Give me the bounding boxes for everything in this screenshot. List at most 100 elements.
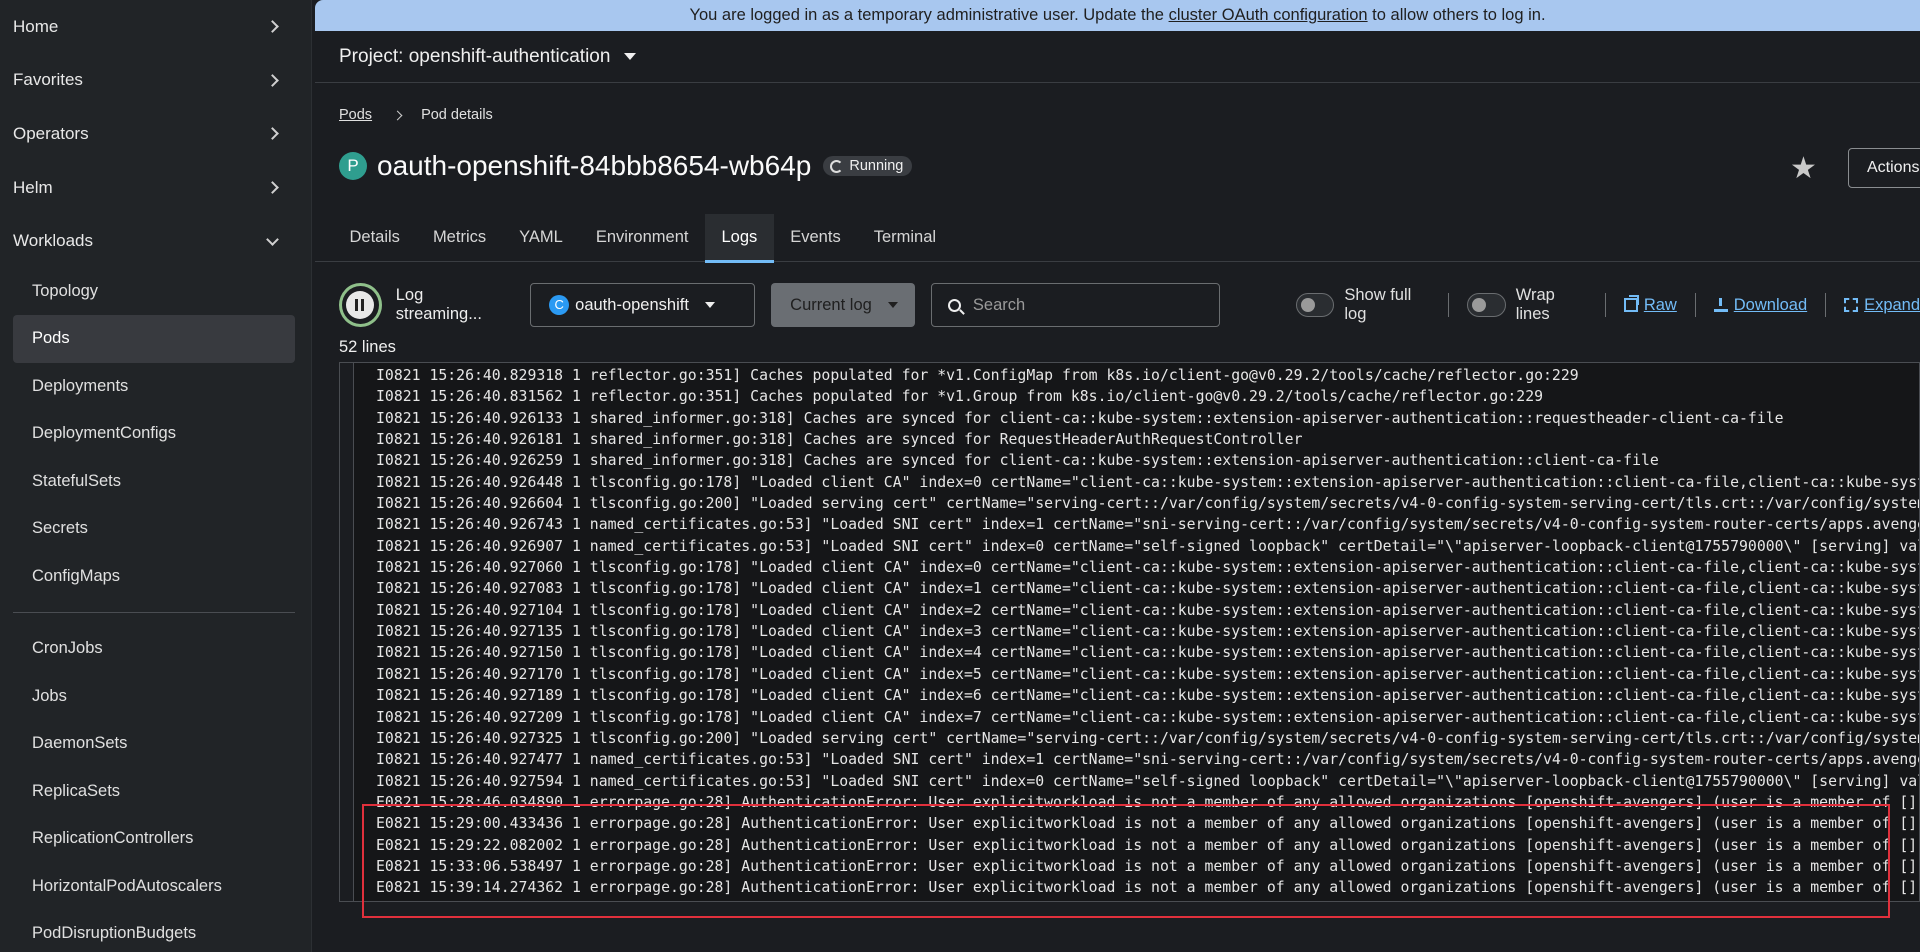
tab-yaml[interactable]: YAML (503, 214, 580, 262)
log-line: I0821 15:26:40.926604 1 tlsconfig.go:200… (376, 495, 1920, 513)
sidebar-item-secrets[interactable]: Secrets (0, 505, 297, 553)
log-line: I0821 15:26:40.926133 1 shared_informer.… (376, 409, 1784, 427)
tab-logs[interactable]: Logs (704, 214, 774, 263)
sidebar-item-horizontalpodautoscalers[interactable]: HorizontalPodAutoscalers (0, 863, 297, 911)
tab-bar: Details Metrics YAML Environment Logs Ev… (315, 214, 1920, 263)
workloads-group-a: Topology Pods Deployments DeploymentConf… (0, 268, 311, 601)
divider (1448, 293, 1450, 317)
tab-details[interactable]: Details (333, 214, 416, 262)
project-selector[interactable]: Project: openshift-authentication (315, 31, 1920, 83)
log-line: I0821 15:26:40.926743 1 named_certificat… (376, 516, 1920, 534)
container-badge: C (549, 295, 570, 315)
log-line: I0821 15:26:40.829318 1 reflector.go:351… (376, 367, 1579, 384)
nav-favorites[interactable]: Favorites (0, 54, 311, 108)
log-line: I0821 15:26:40.927083 1 tlsconfig.go:178… (376, 580, 1920, 598)
log-gutter (340, 363, 354, 901)
expand-icon (1844, 298, 1859, 312)
expand-button[interactable]: Expand (1844, 296, 1920, 315)
sidebar-item-pods[interactable]: Pods (13, 315, 295, 363)
chevron-right-icon (266, 127, 279, 141)
sidebar-item-jobs[interactable]: Jobs (0, 673, 297, 721)
log-line: I0821 15:26:40.927104 1 tlsconfig.go:178… (376, 601, 1920, 619)
workloads-group-b: CronJobs Jobs DaemonSets ReplicaSets Rep… (0, 625, 311, 952)
log-line: E0821 15:28:46.034890 1 errorpage.go:28]… (376, 793, 1920, 811)
log-line: I0821 15:26:40.927477 1 named_certificat… (376, 751, 1920, 769)
sidebar-item-deploymentconfigs[interactable]: DeploymentConfigs (0, 410, 297, 458)
streaming-label: Log streaming... (395, 286, 482, 323)
external-link-icon (1623, 295, 1639, 312)
caret-down-icon (624, 53, 637, 60)
log-line: I0821 15:26:40.927060 1 tlsconfig.go:178… (376, 559, 1920, 577)
favorite-star-icon[interactable]: ★ (1790, 151, 1817, 186)
breadcrumb-pods-link[interactable]: Pods (339, 107, 372, 123)
raw-button[interactable]: Raw (1623, 295, 1677, 315)
log-line: I0821 15:26:40.927325 1 tlsconfig.go:200… (376, 729, 1920, 747)
divider (1604, 293, 1606, 317)
log-line: I0821 15:26:40.927135 1 tlsconfig.go:178… (376, 623, 1920, 641)
tab-metrics[interactable]: Metrics (416, 214, 502, 262)
chevron-right-icon (266, 74, 279, 87)
sidebar-item-daemonsets[interactable]: DaemonSets (0, 720, 297, 768)
log-line: I0821 15:26:40.927189 1 tlsconfig.go:178… (376, 687, 1920, 705)
main-content: You are logged in as a temporary adminis… (315, 0, 1920, 952)
chevron-right-icon (392, 110, 403, 120)
sync-icon (830, 159, 844, 173)
divider (1694, 293, 1696, 317)
log-line: I0821 15:26:40.927594 1 named_certificat… (376, 772, 1920, 790)
download-icon (1713, 298, 1728, 312)
log-line: E0821 15:39:14.274362 1 errorpage.go:28]… (376, 879, 1920, 897)
log-toolbar: Log streaming... C oauth-openshift Curre… (339, 282, 1920, 328)
nav-home[interactable]: Home (0, 0, 311, 54)
caret-down-icon (887, 302, 898, 308)
status-badge: Running (823, 156, 913, 176)
log-line: E0821 15:29:00.433436 1 errorpage.go:28]… (376, 815, 1920, 833)
log-line: I0821 15:26:40.926259 1 shared_informer.… (376, 452, 1659, 470)
breadcrumb: Pods Pod details (339, 107, 493, 123)
log-viewer[interactable]: I0821 15:26:40.829318 1 reflector.go:351… (339, 362, 1920, 902)
app-root: Home Favorites Operators Helm Workloads … (0, 0, 1920, 952)
divider (1825, 293, 1827, 317)
pause-streaming-button[interactable] (339, 283, 382, 327)
sidebar-item-statefulsets[interactable]: StatefulSets (0, 458, 297, 506)
log-line: I0821 15:26:40.927170 1 tlsconfig.go:178… (376, 665, 1920, 683)
tab-environment[interactable]: Environment (579, 214, 705, 262)
container-select[interactable]: C oauth-openshift (530, 283, 756, 327)
sidebar-item-cronjobs[interactable]: CronJobs (0, 625, 297, 673)
show-full-log-toggle[interactable] (1295, 293, 1335, 317)
sidebar-divider (13, 612, 295, 614)
sidebar-item-replicasets[interactable]: ReplicaSets (0, 768, 297, 816)
chevron-down-icon (266, 232, 279, 246)
breadcrumb-current: Pod details (421, 107, 493, 123)
sidebar-item-poddisruptionbudgets[interactable]: PodDisruptionBudgets (0, 910, 297, 952)
log-lines: I0821 15:26:40.829318 1 reflector.go:351… (376, 365, 1919, 899)
nav-workloads[interactable]: Workloads (0, 214, 311, 268)
wrap-lines-toggle[interactable] (1467, 293, 1506, 317)
chevron-right-icon (266, 20, 279, 34)
nav-helm[interactable]: Helm (0, 161, 311, 215)
page-title-row: P oauth-openshift-84bbb8654-wb64p Runnin… (339, 150, 913, 182)
log-line: I0821 15:26:40.831562 1 reflector.go:351… (376, 388, 1544, 406)
log-line: E0821 15:33:06.538497 1 errorpage.go:28]… (376, 857, 1920, 875)
log-line: I0821 15:26:40.926181 1 shared_informer.… (376, 431, 1303, 449)
nav-operators[interactable]: Operators (0, 107, 311, 161)
pod-resource-badge: P (339, 152, 367, 180)
log-options: Show full log Wrap lines Raw Download Ex… (1295, 286, 1920, 324)
tab-terminal[interactable]: Terminal (857, 214, 952, 262)
log-line: I0821 15:26:40.927150 1 tlsconfig.go:178… (376, 644, 1920, 662)
search-input[interactable] (972, 295, 1213, 315)
sidebar-item-topology[interactable]: Topology (0, 268, 297, 316)
sidebar: Home Favorites Operators Helm Workloads … (0, 0, 312, 952)
search-icon (947, 298, 961, 312)
log-line: I0821 15:26:40.926907 1 named_certificat… (376, 537, 1920, 555)
sidebar-item-deployments[interactable]: Deployments (0, 363, 297, 411)
log-search[interactable] (930, 283, 1220, 327)
actions-button[interactable]: Actions (1848, 148, 1920, 188)
download-button[interactable]: Download (1713, 296, 1807, 315)
current-log-select[interactable]: Current log (771, 283, 915, 327)
oauth-config-link[interactable]: cluster OAuth configuration (1169, 6, 1368, 24)
chevron-right-icon (266, 181, 279, 194)
sidebar-item-configmaps[interactable]: ConfigMaps (0, 553, 297, 601)
caret-down-icon (704, 302, 715, 308)
sidebar-item-replicationcontrollers[interactable]: ReplicationControllers (0, 815, 297, 863)
tab-events[interactable]: Events (774, 214, 857, 262)
